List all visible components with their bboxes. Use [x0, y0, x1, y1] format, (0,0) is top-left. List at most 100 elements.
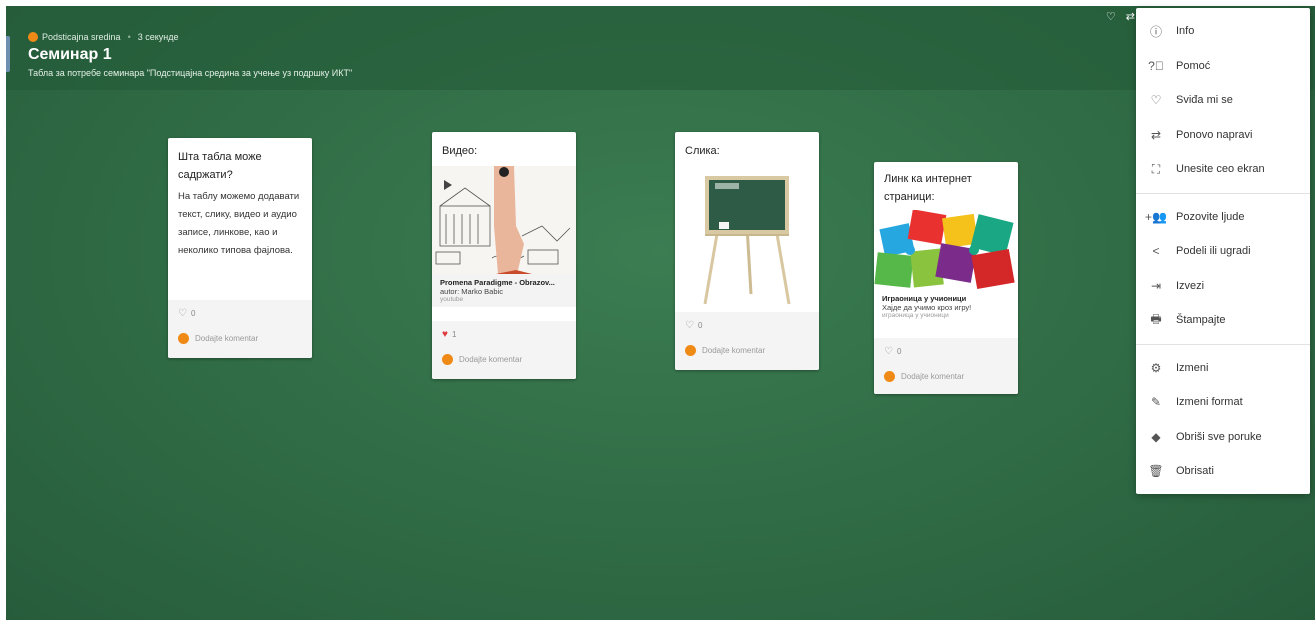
attachment-source: youtube	[440, 296, 464, 303]
commenter-avatar	[685, 345, 696, 356]
menu-item-fullscreen[interactable]: ⛶ Unesite ceo ekran	[1136, 152, 1310, 186]
easel-chalkboard-illustration	[703, 176, 791, 305]
export-icon: ⇥	[1150, 279, 1162, 293]
board-side-tab[interactable]	[6, 36, 10, 72]
like-row: ♥ 1	[432, 321, 576, 340]
menu-item-share[interactable]: < Podeli ili ugradi	[1136, 234, 1310, 268]
menu-item-label: Izvezi	[1176, 280, 1205, 292]
comment-row[interactable]: Dodajte komentar	[874, 357, 1018, 390]
help-icon: ?⃝	[1148, 59, 1164, 73]
board-title: Семинар 1	[28, 46, 112, 63]
like-row: ♡ 0	[874, 338, 1018, 357]
heart-icon[interactable]: ♡	[685, 320, 694, 331]
link-preview-image[interactable]	[874, 210, 1018, 290]
menu-item-label: Pozovite ljude	[1176, 211, 1245, 223]
chalkboard-image[interactable]	[675, 166, 819, 306]
like-count: 0	[697, 321, 703, 330]
menu-item-like[interactable]: ♡ Sviđa mi se	[1136, 83, 1310, 117]
menu-item-label: Sviđa mi se	[1176, 94, 1233, 106]
board-actions-menu: ⓘ Info ?⃝ Pomoć ♡ Sviđa mi se ⇄ Ponovo n…	[1136, 8, 1310, 494]
menu-item-label: Ponovo napravi	[1176, 129, 1253, 141]
settings-gear-icon: ⚙	[1150, 361, 1162, 375]
post-title: Слика:	[685, 145, 720, 157]
attachment-source: играоница у учионици	[882, 312, 949, 319]
post-title: Линк ка интернет страници:	[884, 173, 972, 203]
video-attachment[interactable]: Promena Paradigme - Obrazov... autor: Ma…	[432, 274, 576, 307]
menu-item-export[interactable]: ⇥ Izvezi	[1136, 269, 1310, 303]
format-icon: ✎	[1150, 395, 1162, 409]
comment-row[interactable]: Dodajte komentar	[675, 331, 819, 364]
comment-row[interactable]: Dodajte komentar	[432, 340, 576, 373]
heart-icon[interactable]: ♡	[178, 308, 187, 319]
menu-item-label: Obriši sve poruke	[1176, 431, 1262, 443]
menu-item-label: Obrisati	[1176, 465, 1214, 477]
owner-name[interactable]: Podsticajna sredina	[42, 32, 121, 42]
invite-icon: +👥	[1145, 210, 1167, 224]
menu-item-print[interactable]: 🖶 Štampajte	[1136, 303, 1310, 337]
commenter-avatar	[442, 354, 453, 365]
like-row: ♡ 0	[168, 300, 312, 319]
post-card-video[interactable]: Видео: Promena Paradigme - Obrazov... au…	[432, 132, 576, 379]
board-meta: Podsticajna sredina • 3 секунде	[28, 32, 179, 42]
info-icon: ⓘ	[1149, 24, 1162, 39]
commenter-avatar	[178, 333, 189, 344]
heart-icon[interactable]: ♡	[884, 346, 893, 357]
comment-row[interactable]: Dodajte komentar	[168, 319, 312, 352]
post-footer: ♡ 0 Dodajte komentar	[168, 300, 312, 358]
menu-item-label: Izmeni	[1176, 362, 1209, 374]
heart-icon[interactable]: ♡	[1106, 10, 1116, 23]
link-attachment[interactable]: Играоница у учионици Хајде да учимо кроз…	[874, 290, 1018, 323]
attachment-title[interactable]: Promena Paradigme - Obrazov...	[440, 278, 568, 287]
post-card-text[interactable]: Шта табла може садржати? На таблу можемо…	[168, 138, 312, 358]
post-footer: ♡ 0 Dodajte komentar	[675, 312, 819, 370]
attachment-title[interactable]: Играоница у учионици	[882, 294, 1010, 303]
menu-item-modify[interactable]: ⚙ Izmeni	[1136, 351, 1310, 385]
puzzle-pieces-illustration	[874, 210, 1015, 290]
post-card-image[interactable]: Слика: ♡ 0 Dodajte komentar	[675, 132, 819, 370]
menu-divider	[1136, 344, 1310, 345]
print-icon: 🖶	[1150, 311, 1162, 326]
add-comment-link[interactable]: Dodajte komentar	[459, 355, 522, 364]
attachment-description: Хајде да учимо кроз игру!	[882, 303, 972, 312]
eraser-icon: ◆	[1151, 430, 1161, 444]
menu-item-info[interactable]: ⓘ Info	[1136, 14, 1310, 48]
menu-item-label: Izmeni format	[1176, 396, 1243, 408]
post-title: Шта табла може садржати?	[178, 151, 262, 181]
post-card-link[interactable]: Линк ка интернет страници: Играоница у у…	[874, 162, 1018, 394]
owner-avatar[interactable]	[28, 32, 38, 42]
menu-item-label: Info	[1176, 25, 1195, 37]
remake-icon: ⇄	[1150, 128, 1162, 142]
add-comment-link[interactable]: Dodajte komentar	[702, 346, 765, 355]
menu-item-modify-format[interactable]: ✎ Izmeni format	[1136, 385, 1310, 419]
like-count: 0	[190, 309, 196, 318]
sketch-illustration	[432, 166, 576, 274]
attachment-author: autor: Marko Babic	[440, 287, 503, 296]
fullscreen-icon: ⛶	[1151, 161, 1161, 176]
menu-item-label: Pomoć	[1176, 60, 1211, 72]
video-thumbnail[interactable]	[432, 166, 576, 274]
menu-divider	[1136, 193, 1310, 194]
like-count: 0	[896, 347, 902, 356]
updated-time: 3 секунде	[137, 32, 179, 42]
post-title: Видео:	[442, 145, 478, 157]
menu-item-delete[interactable]: 🗑 Obrisati	[1136, 454, 1310, 488]
like-row: ♡ 0	[675, 312, 819, 331]
menu-item-clear-posts[interactable]: ◆ Obriši sve poruke	[1136, 420, 1310, 454]
menu-item-invite[interactable]: +👥 Pozovite ljude	[1136, 200, 1310, 234]
menu-item-remake[interactable]: ⇄ Ponovo napravi	[1136, 118, 1310, 152]
board-subtitle: Табла за потребе семинара "Подстицајна с…	[28, 68, 353, 78]
header-actions: ♡ ⇄	[1106, 10, 1135, 23]
post-footer: ♡ 0 Dodajte komentar	[874, 338, 1018, 394]
remake-icon[interactable]: ⇄	[1126, 10, 1135, 23]
heart-filled-icon[interactable]: ♥	[442, 329, 448, 340]
add-comment-link[interactable]: Dodajte komentar	[195, 334, 258, 343]
like-count: 1	[451, 330, 457, 339]
add-comment-link[interactable]: Dodajte komentar	[901, 372, 964, 381]
commenter-avatar	[884, 371, 895, 382]
menu-item-label: Podeli ili ugradi	[1176, 245, 1251, 257]
menu-item-label: Štampajte	[1176, 314, 1226, 326]
board-canvas: Podsticajna sredina • 3 секунде Семинар …	[6, 6, 1315, 620]
menu-item-help[interactable]: ?⃝ Pomoć	[1136, 49, 1310, 83]
post-body: На таблу можемо додавати текст, слику, в…	[178, 191, 300, 256]
menu-item-label: Unesite ceo ekran	[1176, 163, 1265, 175]
